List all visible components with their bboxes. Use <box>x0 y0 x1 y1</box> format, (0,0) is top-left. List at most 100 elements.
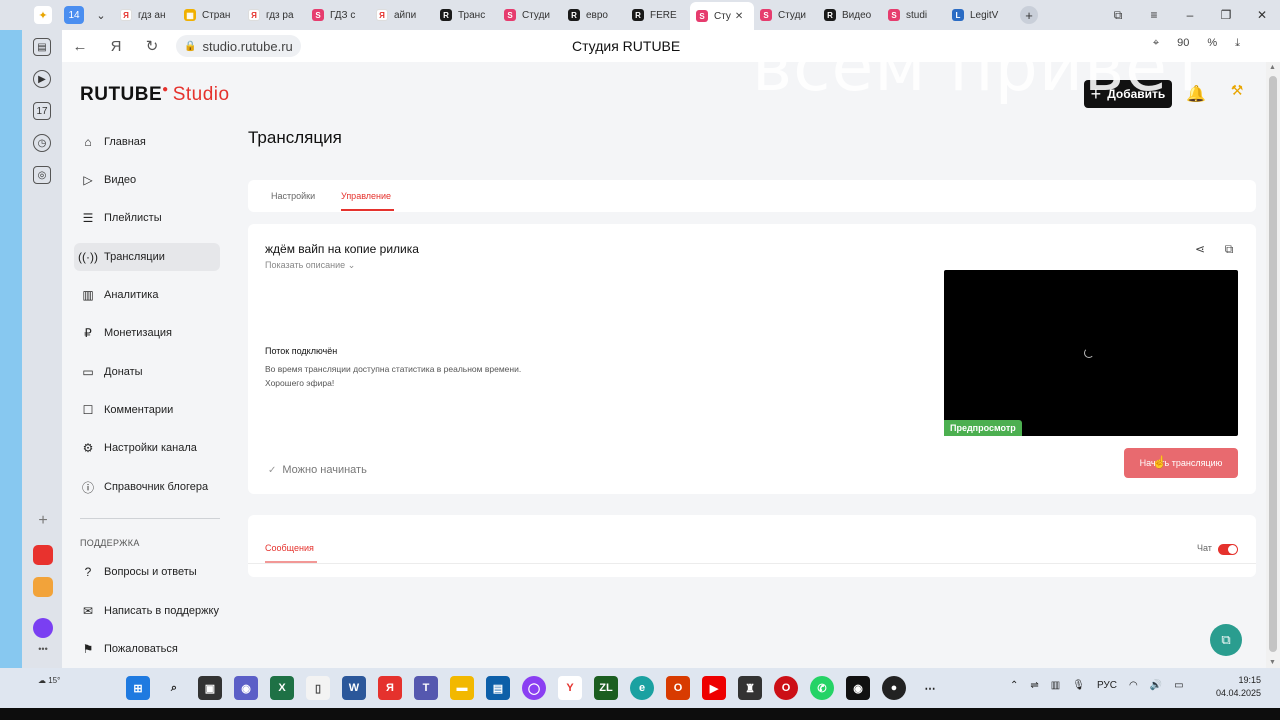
meet-icon[interactable]: ◉ <box>234 676 258 700</box>
share-icon[interactable]: ⋖ <box>1192 242 1208 258</box>
add-panel-icon[interactable]: + <box>33 512 53 532</box>
new-tab-button[interactable]: + <box>1020 6 1038 24</box>
explorer-icon[interactable]: ▬ <box>450 676 474 700</box>
tab-messages[interactable]: Сообщения <box>265 543 314 553</box>
add-button[interactable]: + Добавить <box>1084 80 1172 108</box>
collections-icon[interactable]: ▤ <box>33 38 51 56</box>
page-scrollbar[interactable]: ▲ ▼ <box>1266 62 1280 668</box>
zl-icon[interactable]: ZL <box>594 676 618 700</box>
sidebar-item-monetization[interactable]: ₽ Монетизация <box>74 319 220 347</box>
sidebar-item-blogger-guide[interactable]: ⓘ Справочник блогера <box>74 473 220 501</box>
microphone-icon[interactable]: 🎙 <box>1072 680 1085 691</box>
browser-tab[interactable]: S Студи <box>498 3 562 27</box>
browser-tab[interactable]: Ягдз ра <box>242 3 306 27</box>
start-broadcast-button[interactable]: Начать трансляцию <box>1124 448 1238 478</box>
taskbar-clock[interactable]: 19:15 04.04.2025 <box>1216 674 1261 700</box>
restore-icon[interactable]: ❐ <box>1208 8 1244 22</box>
alice-icon[interactable]: ◯ <box>522 676 546 700</box>
sidebar-item-channel-settings[interactable]: ⚙ Настройки канала <box>74 434 220 462</box>
browser-logo-icon[interactable]: ✦ <box>34 6 52 24</box>
back-icon[interactable]: ← <box>62 38 98 55</box>
browser-tab[interactable]: Sstudi <box>882 3 946 27</box>
opera-icon[interactable]: O <box>774 676 798 700</box>
browser-tab-active[interactable]: S Сту ✕ <box>690 2 754 30</box>
whatsapp-icon[interactable]: ✆ <box>810 676 834 700</box>
sidebar-item-comments[interactable]: ☐ Комментарии <box>74 396 220 424</box>
scroll-up-icon[interactable]: ▲ <box>1269 64 1276 71</box>
browser-tab[interactable]: Яайпи <box>370 3 434 27</box>
sidebar-item-video[interactable]: ▷ Видео <box>74 166 220 194</box>
edge-icon[interactable]: e <box>630 676 654 700</box>
more-apps-icon[interactable]: ⋯ <box>918 676 942 700</box>
history-icon[interactable]: ◷ <box>33 134 51 152</box>
sidebar-item-playlists[interactable]: ☰ Плейлисты <box>74 204 220 232</box>
rutube-studio-logo[interactable]: RUTUBE● Studio <box>80 84 230 106</box>
search-icon[interactable]: ⌕ <box>162 676 186 700</box>
more-dots-icon[interactable]: ••• <box>33 644 53 654</box>
office-icon[interactable]: O <box>666 676 690 700</box>
sidebar-item-faq[interactable]: ? Вопросы и ответы <box>74 558 220 586</box>
tray-chevron-icon[interactable]: ⌃ <box>1010 680 1018 691</box>
browser-tab[interactable]: Ягдз ан <box>114 3 178 27</box>
yandex-browser-icon[interactable]: Я <box>378 676 402 700</box>
weather-widget[interactable]: ☁ 15° <box>38 676 60 685</box>
youtube-icon[interactable]: ▶ <box>702 676 726 700</box>
close-window-icon[interactable]: ✕ <box>1244 8 1280 22</box>
tray-app-icon[interactable]: ⇌ <box>1030 680 1038 691</box>
show-description-link[interactable]: Показать описание ⌄ <box>265 260 355 271</box>
help-chat-button[interactable]: ⧉ <box>1210 624 1242 656</box>
chevron-down-icon[interactable]: ⌄ <box>94 9 108 22</box>
sidebar-item-analytics[interactable]: ▥ Аналитика <box>74 281 220 309</box>
menu-icon[interactable]: ≡ <box>1136 8 1172 22</box>
chat-toggle[interactable] <box>1218 544 1238 555</box>
tab-settings[interactable]: Настройки <box>271 191 315 201</box>
scrollbar-thumb[interactable] <box>1269 76 1277 652</box>
game-icon[interactable]: ♜ <box>738 676 762 700</box>
bell-icon[interactable]: 🔔 <box>1186 84 1206 104</box>
reload-icon[interactable]: ↻ <box>134 37 170 55</box>
sidebar-item-home[interactable]: ⌂ Главная <box>74 128 220 156</box>
stream-preview[interactable]: Предпросмотр <box>944 270 1238 436</box>
tray-audio-icon[interactable]: ▥ <box>1051 680 1060 691</box>
tab-count-badge[interactable]: 14 <box>64 6 84 24</box>
sidebar-item-broadcasts[interactable]: ((·)) Трансляции <box>74 243 220 271</box>
downloads-icon[interactable]: ⤓ <box>1235 37 1240 50</box>
alice-app-icon[interactable] <box>33 618 53 638</box>
task-view-icon[interactable]: ▣ <box>198 676 222 700</box>
wifi-icon[interactable]: ◠ <box>1129 680 1138 691</box>
store-icon[interactable]: ▤ <box>486 676 510 700</box>
browser-tab[interactable]: S ГДЗ с <box>306 3 370 27</box>
external-link-icon[interactable]: ⧉ <box>1221 242 1237 258</box>
browser-tab[interactable]: R Транс <box>434 3 498 27</box>
recording-icon[interactable]: ● <box>882 676 906 700</box>
language-indicator[interactable]: РУС <box>1097 680 1117 691</box>
sidebar-item-donations[interactable]: ▭ Донаты <box>74 358 220 386</box>
calendar-icon[interactable]: 17 <box>33 102 51 120</box>
browser-tab[interactable]: L LegitV <box>946 3 1010 27</box>
word-icon[interactable]: W <box>342 676 366 700</box>
yandex-icon[interactable]: Y <box>558 676 582 700</box>
discount-icon[interactable]: % <box>1207 37 1217 50</box>
scroll-down-icon[interactable]: ▼ <box>1269 659 1276 666</box>
url-field[interactable]: 🔒 studio.rutube.ru <box>176 35 301 57</box>
excel-icon[interactable]: X <box>270 676 294 700</box>
tab-management[interactable]: Управление <box>341 191 391 201</box>
volume-icon[interactable]: 🔊 <box>1150 680 1162 691</box>
yandex-home-icon[interactable]: Я <box>98 38 134 55</box>
start-icon[interactable]: ⊞ <box>126 676 150 700</box>
avatar[interactable]: ⚒ <box>1226 82 1248 104</box>
browser-tab[interactable]: S Студи <box>754 3 818 27</box>
sidebar-item-contact-support[interactable]: ✉ Написать в поддержку <box>74 597 220 625</box>
extension-icon[interactable]: ⌖ <box>1153 37 1159 50</box>
teams-icon[interactable]: T <box>414 676 438 700</box>
browser-tab[interactable]: R FERE <box>626 3 690 27</box>
sidebar-item-report[interactable]: ⚑ Пожаловаться <box>74 635 220 663</box>
obs-icon[interactable]: ◉ <box>846 676 870 700</box>
bookmarks-icon[interactable]: ⧉ <box>1100 8 1136 23</box>
market-app-icon[interactable] <box>33 545 53 565</box>
browser-tab[interactable]: Rевро <box>562 3 626 27</box>
notepad-icon[interactable]: ▯ <box>306 676 330 700</box>
protect-badge[interactable]: 90 <box>1177 37 1189 50</box>
screenshot-icon[interactable]: ◎ <box>33 166 51 184</box>
browser-tab[interactable]: ▦ Стран <box>178 3 242 27</box>
